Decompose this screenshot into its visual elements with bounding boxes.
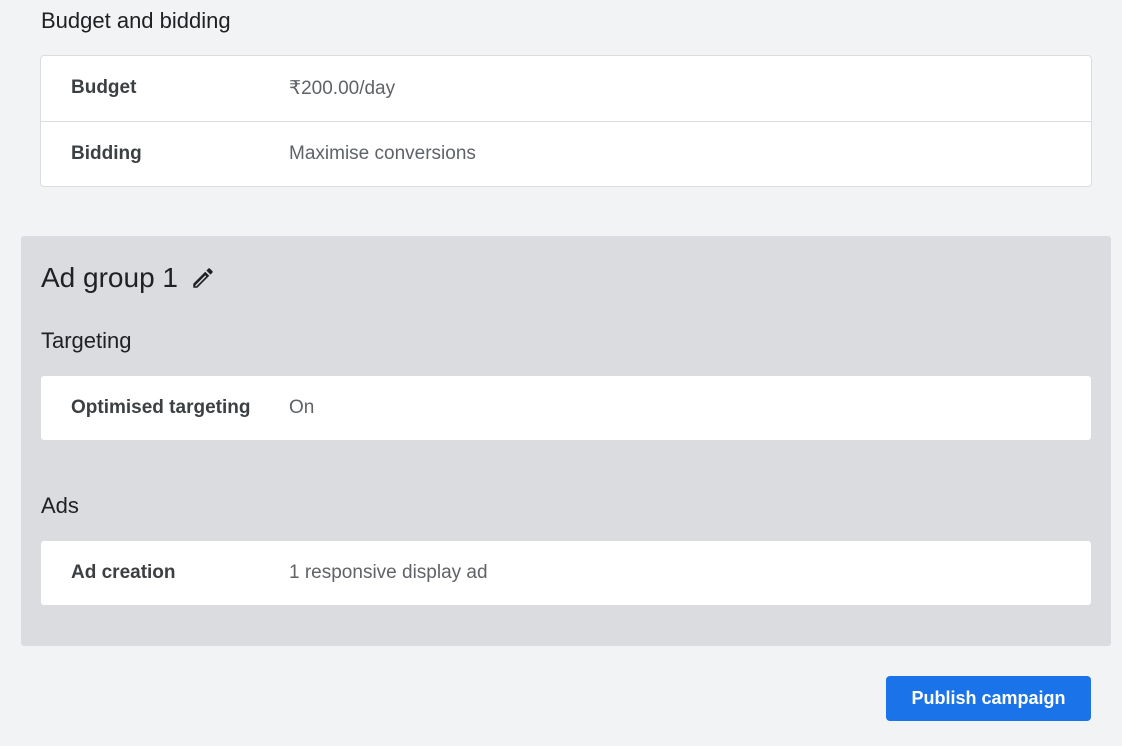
budget-and-bidding-heading: Budget and bidding xyxy=(41,8,231,33)
budget-row[interactable]: Budget ₹200.00/day xyxy=(41,56,1091,121)
budget-value: ₹200.00/day xyxy=(289,78,396,99)
targeting-summary-card: Optimised targeting On xyxy=(40,375,1092,441)
ad-group-title-text: Ad group 1 xyxy=(41,262,178,293)
targeting-heading: Targeting xyxy=(41,328,132,353)
budget-label: Budget xyxy=(71,77,137,98)
budget-summary-card: Budget ₹200.00/day Bidding Maximise conv… xyxy=(40,55,1092,187)
ad-creation-label: Ad creation xyxy=(71,562,176,583)
bidding-row[interactable]: Bidding Maximise conversions xyxy=(41,121,1091,186)
optimised-targeting-row[interactable]: Optimised targeting On xyxy=(41,376,1091,441)
ad-creation-row[interactable]: Ad creation 1 responsive display ad xyxy=(41,541,1091,606)
ad-group-panel: Ad group 1 Targeting Optimised targeting… xyxy=(21,236,1111,646)
optimised-targeting-label: Optimised targeting xyxy=(71,397,251,418)
bidding-label: Bidding xyxy=(71,143,142,164)
optimised-targeting-value: On xyxy=(289,397,315,418)
ad-creation-value: 1 responsive display ad xyxy=(289,562,488,583)
ads-heading: Ads xyxy=(41,493,79,518)
pencil-icon[interactable] xyxy=(190,265,216,291)
ad-group-title: Ad group 1 xyxy=(41,262,216,294)
publish-campaign-button[interactable]: Publish campaign xyxy=(886,676,1091,721)
ads-summary-card: Ad creation 1 responsive display ad xyxy=(40,540,1092,606)
bidding-value: Maximise conversions xyxy=(289,143,476,164)
